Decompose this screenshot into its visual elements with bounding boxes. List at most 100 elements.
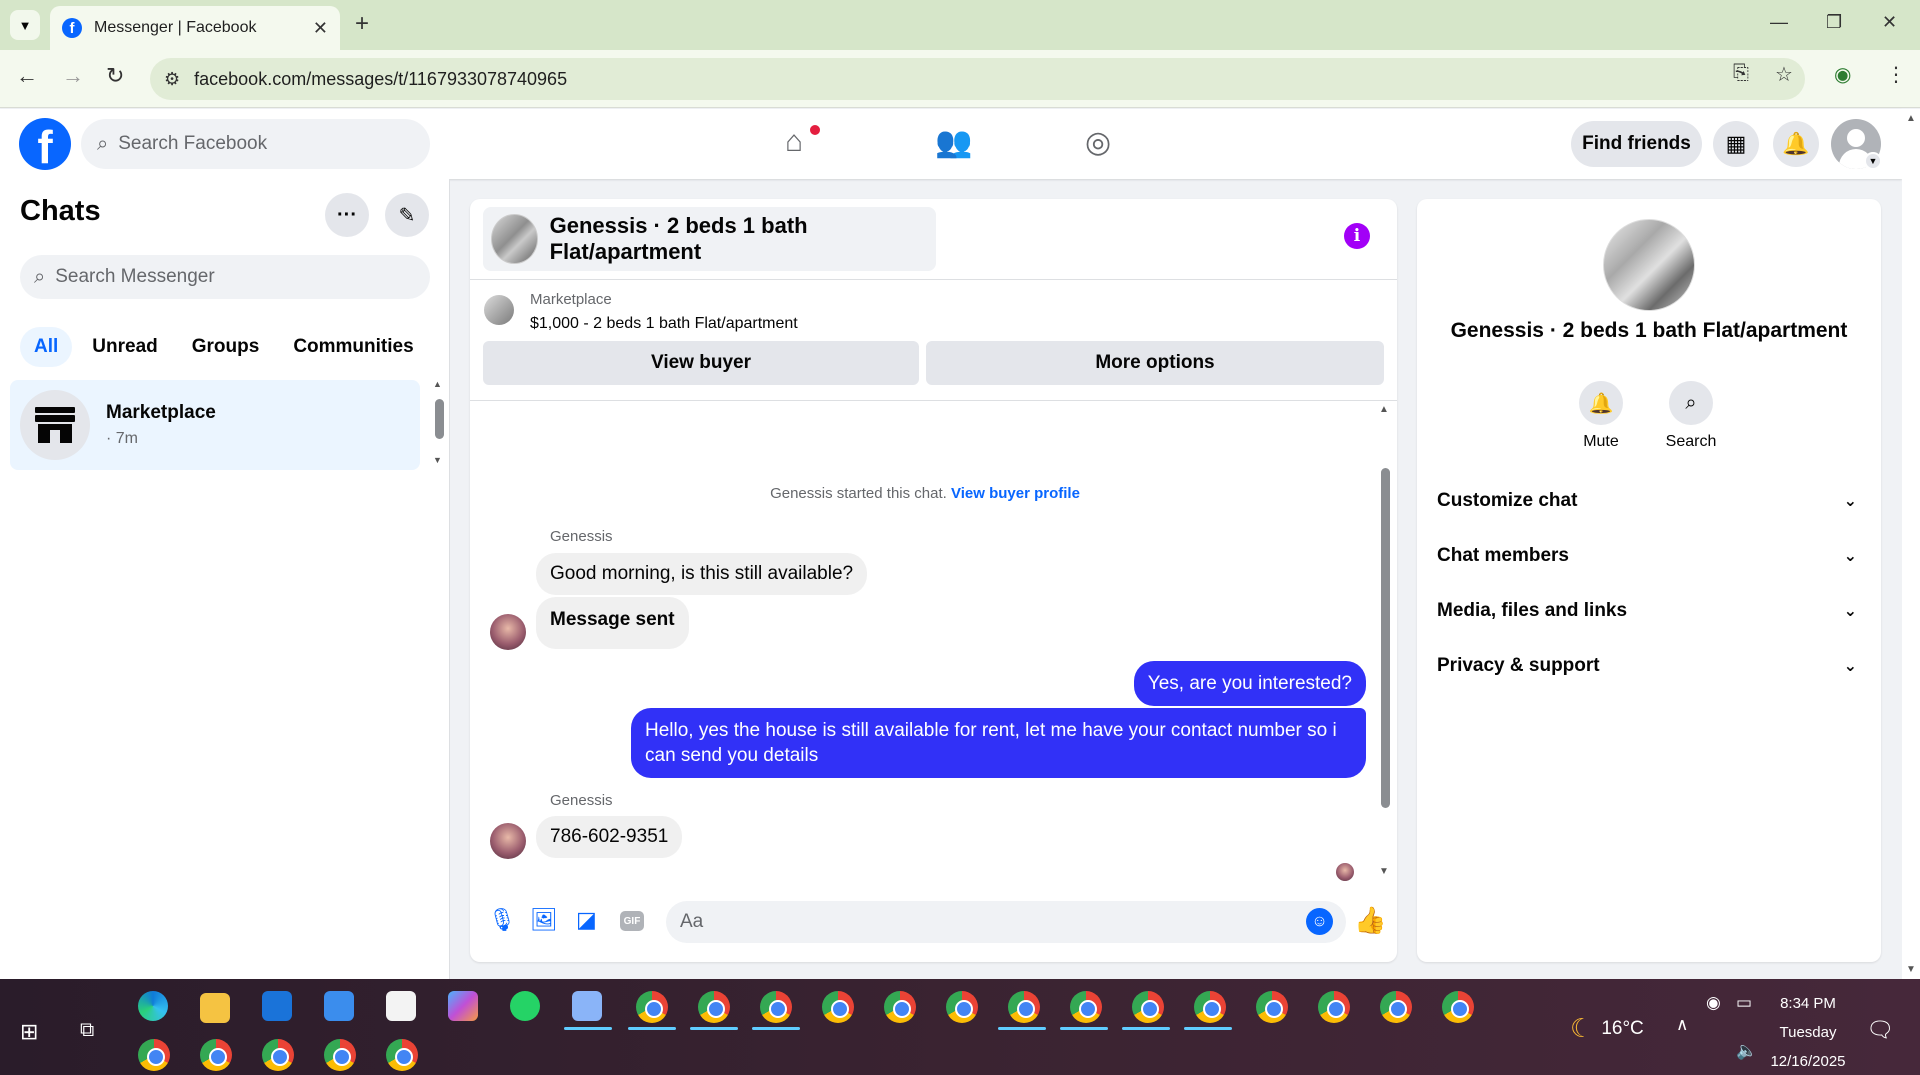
section-media-files-links[interactable]: Media, files and links ⌄ [1437,596,1857,626]
chat-list-item[interactable]: Marketplace · 7m [10,380,420,470]
facebook-logo-icon[interactable]: f [19,118,71,170]
chrome-profile-icon[interactable] [1008,991,1040,1023]
chrome-profile-icon[interactable] [138,1039,170,1071]
facebook-search[interactable]: ⌕ [81,119,430,169]
listing-summary[interactable]: $1,000 - 2 beds 1 bath Flat/apartment [530,315,798,333]
record-icon[interactable]: ◉ [1706,993,1721,1013]
profile-icon[interactable]: ◉ [1834,62,1851,87]
tab-search-button[interactable]: ▼ [10,10,40,40]
scroll-down-icon[interactable]: ▼ [1379,866,1389,877]
chrome-profile-icon[interactable] [262,1039,294,1071]
emoji-icon[interactable]: ☺ [1306,908,1333,935]
new-tab-button[interactable]: + [355,10,369,38]
scroll-up-icon[interactable]: ▲ [1906,113,1916,124]
facebook-search-input[interactable] [118,133,379,155]
conversation-scrollbar[interactable]: ▲ ▼ [1378,404,1392,884]
chrome-profile-icon-active[interactable] [386,1039,418,1071]
message-bubble-outgoing[interactable]: Yes, are you interested? [1133,661,1366,706]
chrome-profile-icon[interactable] [324,1039,356,1071]
chrome-profile-icon[interactable] [1380,991,1412,1023]
volume-icon[interactable]: 🔈 [1736,1041,1757,1061]
search-action[interactable]: ⌕ Search [1651,381,1731,451]
message-bubble-outgoing[interactable]: Hello, yes the house is still available … [631,708,1366,778]
chrome-profile-icon[interactable] [200,1039,232,1071]
filter-groups[interactable]: Groups [178,327,274,367]
filter-unread[interactable]: Unread [78,327,171,367]
chrome-profile-icon[interactable] [1256,991,1288,1023]
scroll-down-icon[interactable]: ▼ [433,455,442,465]
message-composer[interactable] [666,901,1346,943]
task-view-icon[interactable]: ⧉ [80,1019,94,1042]
message-bubble-incoming[interactable]: 786-602-9351 [536,816,683,858]
scroll-down-icon[interactable]: ▼ [1906,964,1916,975]
filter-communities[interactable]: Communities [279,327,427,367]
store-icon[interactable] [386,991,416,1021]
section-customize-chat[interactable]: Customize chat ⌄ [1437,486,1857,516]
mute-action[interactable]: 🔔 Mute [1561,381,1641,451]
sticker-icon[interactable]: ◪ [576,907,597,933]
chrome-profile-icon[interactable] [1194,991,1226,1023]
scroll-thumb[interactable] [1381,468,1390,808]
edge-icon[interactable] [138,991,168,1021]
chrome-profile-icon[interactable] [1070,991,1102,1023]
close-window-icon[interactable]: ✕ [1882,12,1897,33]
filter-all[interactable]: All [20,327,73,367]
notification-center-icon[interactable]: 🗨 [1866,1017,1894,1043]
page-scrollbar[interactable]: ▲ ▼ [1902,109,1920,979]
address-bar[interactable]: ⚙ facebook.com/messages/t/11679330787409… [150,58,1805,100]
network-icon[interactable]: ▭ [1736,993,1752,1013]
notifications-button[interactable]: 🔔 [1773,121,1819,167]
scroll-up-icon[interactable]: ▲ [1379,404,1389,415]
more-options-button[interactable]: More options [926,341,1384,385]
chat-list-scrollbar[interactable]: ▲ ▼ [432,379,446,469]
install-app-icon[interactable]: ⎘ [1733,62,1749,85]
find-friends-button[interactable]: Find friends [1571,121,1702,167]
message-input[interactable] [680,911,1260,933]
chrome-profile-icon[interactable] [1132,991,1164,1023]
weather-widget[interactable]: ☾ 16°C [1570,1013,1644,1044]
home-icon[interactable]: ⌂ [785,125,803,159]
calendar-icon[interactable] [324,991,354,1021]
outlook-icon[interactable] [262,991,292,1021]
forward-icon[interactable]: → [62,63,84,89]
message-bubble-incoming[interactable]: Message sent [536,597,689,649]
section-privacy-support[interactable]: Privacy & support ⌄ [1437,651,1857,681]
chrome-profile-icon[interactable] [946,991,978,1023]
sender-avatar[interactable] [490,823,526,859]
thumbs-up-icon[interactable]: 👍 [1354,905,1386,936]
sender-avatar[interactable] [490,614,526,650]
scroll-thumb[interactable] [435,399,444,439]
groups-icon[interactable]: ◎ [1085,125,1111,160]
menu-grid-button[interactable]: ▦ [1713,121,1759,167]
friends-icon[interactable]: 👥 [935,125,972,160]
chrome-profile-icon[interactable] [636,991,668,1023]
back-icon[interactable]: ← [16,63,38,89]
message-bubble-incoming[interactable]: Good morning, is this still available? [536,553,868,595]
reload-icon[interactable]: ↻ [106,63,124,89]
file-explorer-icon[interactable] [200,993,230,1023]
bookmark-star-icon[interactable]: ☆ [1775,62,1793,87]
chrome-profile-icon[interactable] [1318,991,1350,1023]
conversation-header[interactable]: Genessis · 2 beds 1 bath Flat/apartment [483,207,936,271]
chrome-profile-icon[interactable] [884,991,916,1023]
gif-icon[interactable]: GIF [620,911,644,931]
chrome-profile-icon[interactable] [1442,991,1474,1023]
copilot-icon[interactable] [448,991,478,1021]
site-settings-icon[interactable]: ⚙ [164,69,180,90]
chat-options-button[interactable]: ··· [325,193,369,237]
whatsapp-icon[interactable] [510,991,540,1021]
new-message-button[interactable]: ✎ [385,193,429,237]
section-chat-members[interactable]: Chat members ⌄ [1437,541,1857,571]
chrome-profile-icon[interactable] [698,991,730,1023]
chrome-profile-icon[interactable] [760,991,792,1023]
system-clock[interactable]: 8:34 PM Tuesday 12/16/2025 [1768,989,1848,1075]
info-icon[interactable]: i [1344,223,1370,249]
browser-menu-icon[interactable]: ⋮ [1886,62,1906,87]
windows-start-icon[interactable]: ⊞ [20,1019,38,1045]
view-buyer-profile-link[interactable]: View buyer profile [951,485,1080,502]
messenger-search[interactable]: ⌕ [20,255,430,299]
attach-photo-icon[interactable]: 🖼 [530,907,558,933]
restore-icon[interactable]: ❐ [1826,12,1842,33]
close-tab-icon[interactable]: ✕ [313,18,328,39]
show-hidden-icons-icon[interactable]: ∧ [1676,1015,1688,1035]
